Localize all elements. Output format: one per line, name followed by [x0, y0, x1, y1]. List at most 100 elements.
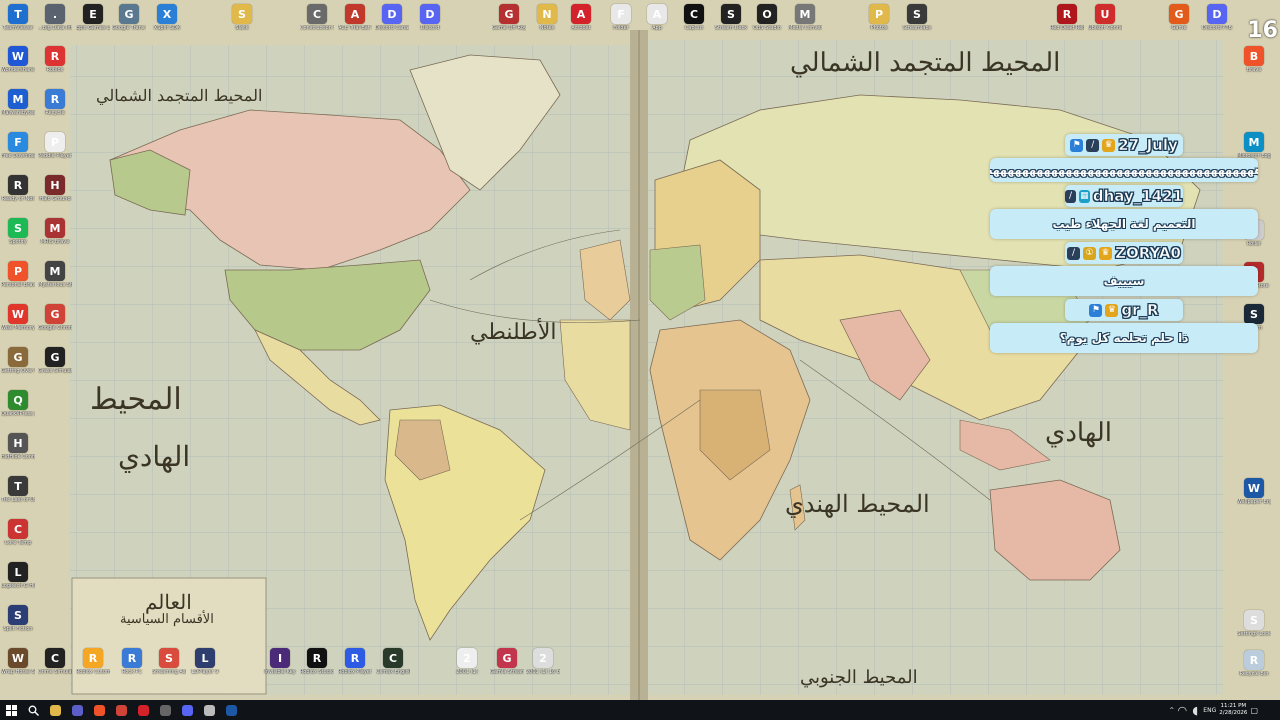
desktop-shortcut-top_row_right-8[interactable]: UUbisoft Connect: [1088, 4, 1122, 31]
desktop-shortcut-bottom_row-11[interactable]: 2 2001 (1) 16 bit: [526, 648, 560, 675]
desktop-shortcut-second_column-7[interactable]: GGrass Simulator: [38, 347, 72, 374]
desktop-shortcut-top_row_left-4[interactable]: X XSplit SDK: [150, 4, 184, 31]
desktop-shortcut-left_column-7[interactable]: GGetting Over It with Ben: [1, 347, 35, 374]
desktop-shortcut-label: Slack: [235, 25, 249, 31]
desktop-shortcut-top_row_left-2[interactable]: EEpic Games Launcher: [76, 4, 110, 31]
desktop-shortcut-top_row_right-10[interactable]: D Discord PTB: [1200, 4, 1234, 31]
start-button[interactable]: [0, 700, 22, 720]
desktop-shortcut-label: 2001 (1) 16 bit: [526, 669, 560, 675]
desktop-shortcut-left_column-11[interactable]: C Core Temp: [1, 519, 35, 546]
desktop-shortcut-top_row_left-3[interactable]: GGoogle Trans Wreck: [112, 4, 146, 31]
desktop-shortcut-top_row_left-12[interactable]: A Acrobat: [564, 4, 598, 31]
desktop-shortcut-top_row_left-8[interactable]: DDiscord Canary: [375, 4, 409, 31]
map-legend-subtitle: الأقسام السياسية: [120, 612, 214, 627]
acrobat-icon[interactable]: [132, 700, 154, 720]
search-icon[interactable]: [22, 700, 44, 720]
desktop-shortcut-top_row_left-7[interactable]: AACE Trial Bat Tool: [338, 4, 372, 31]
desktop-shortcut-left_column-4[interactable]: S Spotify: [1, 218, 35, 245]
desktop-shortcut-bottom_row-7[interactable]: R Roblox Player: [338, 648, 372, 675]
system-tray: ^ ◠ ◖ ENG 11:21 PM 2/28/2026 ▢: [1169, 700, 1280, 720]
grid-badge-icon: ▦: [1078, 189, 1090, 203]
app-icon: L: [195, 648, 215, 668]
chrome-icon[interactable]: [110, 700, 132, 720]
desktop-shortcut-left_column-12[interactable]: LLogitech G HUB: [1, 562, 35, 589]
clock[interactable]: 11:21 PM 2/28/2026: [1219, 703, 1247, 717]
desktop-shortcut-top_row_left-6[interactable]: CConstruction Simulator: [300, 4, 334, 31]
desktop-shortcut-left_column-3[interactable]: R Ready or Not: [1, 175, 35, 202]
chat-username: gr_R: [1121, 301, 1159, 320]
desktop-shortcut-left_column-13[interactable]: S Split Fiction: [1, 605, 35, 632]
desktop-shortcut-left_column-14[interactable]: WWrap Horse Simulator: [1, 648, 35, 675]
desktop-shortcut-top_row_right-0[interactable]: A App: [640, 4, 674, 31]
desktop-shortcut-top_row_right-4[interactable]: MMedia Converter: [788, 4, 822, 31]
desktop-shortcut-second_column-5[interactable]: MMysterious Stone: [38, 261, 72, 288]
desktop-shortcut-left_column-2[interactable]: FFree Download Manager: [1, 132, 35, 159]
desktop-shortcut-bottom_row-5[interactable]: I Invisible Key: [263, 648, 297, 675]
desktop-shortcut-top_row_left-13[interactable]: F Folder: [604, 4, 638, 31]
desktop-shortcut-left_column-0[interactable]: WWondershare PDFelement: [1, 46, 35, 73]
desktop-shortcut-top_row_right-9[interactable]: G Game: [1162, 4, 1196, 31]
game-icon: R: [8, 175, 28, 195]
app-icon: G: [119, 4, 139, 24]
brave-icon[interactable]: [88, 700, 110, 720]
desktop-shortcut-second_column-6[interactable]: GGoogle Chrome: [38, 304, 72, 331]
desktop-shortcut-left_column-10[interactable]: TThe Last of Us Part I: [1, 476, 35, 503]
folder-icon: F: [611, 4, 631, 24]
desktop-shortcut-top_row_left-10[interactable]: GGame Off Roy People: [492, 4, 526, 31]
desktop-shortcut-bottom_row-8[interactable]: C Climax English: [376, 648, 410, 675]
desktop-shortcut-bottom_row-9[interactable]: 2 2001 (1): [450, 648, 484, 675]
desktop-shortcut-left_column-8[interactable]: QQuarkXPress Zone: [1, 390, 35, 417]
desktop-shortcut-second_column-0[interactable]: R Roblox: [38, 46, 72, 73]
desktop-shortcut-top_row_right-2[interactable]: S Stream Deck: [714, 4, 748, 31]
desktop-shortcut-label: Mysterious Stone: [38, 282, 72, 288]
discord-icon[interactable]: [176, 700, 198, 720]
desktop-shortcut-bottom_row-0[interactable]: CCrime Simulator: [38, 648, 72, 675]
recycle-bin-icon: R: [1244, 650, 1264, 670]
chevron-up-icon[interactable]: ^: [1169, 707, 1174, 714]
desktop-shortcut-right_column-5[interactable]: WWallpaper Engine: [1237, 478, 1271, 505]
desktop-shortcut-left_column-5[interactable]: P Personal Brave: [1, 261, 35, 288]
desktop-shortcut-bottom_row-4[interactable]: L LDPlayer 9: [188, 648, 222, 675]
desktop-shortcut-top_row_right-7[interactable]: RRed Dead Redemption 2: [1050, 4, 1084, 31]
volume-icon[interactable]: ◖: [1190, 700, 1200, 720]
desktop-shortcut-second_column-2[interactable]: P Paddle Player: [38, 132, 72, 159]
teams-icon[interactable]: [66, 700, 88, 720]
desktop-shortcut-top_row_right-5[interactable]: P Photos: [862, 4, 896, 31]
desktop-shortcut-bottom_row-6[interactable]: R Roblox Studio: [300, 648, 334, 675]
desktop-shortcut-left_column-6[interactable]: W Wise Memory: [1, 304, 35, 331]
app-icon: A: [647, 4, 667, 24]
network-icon[interactable]: ◠: [1177, 700, 1187, 720]
desktop-shortcut-top_row_left-5[interactable]: S Slack: [225, 4, 259, 31]
language-indicator[interactable]: ENG: [1203, 707, 1216, 714]
desktop-shortcut-top_row_left-0[interactable]: T TeamViewer: [1, 4, 35, 31]
obs-icon[interactable]: [154, 700, 176, 720]
desktop-shortcut-label: ...Big Data Infect Down: [38, 25, 72, 31]
desktop-shortcut-second_column-1[interactable]: R Recycle: [38, 89, 72, 116]
desktop-shortcut-right_column-7[interactable]: R Recycle Bin: [1237, 650, 1271, 677]
wallpaper-engine-icon[interactable]: [220, 700, 242, 720]
desktop-shortcut-label: ACE Trial Bat Tool: [338, 25, 372, 31]
roblox-icon: R: [45, 46, 65, 66]
desktop-shortcut-top_row_right-3[interactable]: O OBS Studio: [750, 4, 784, 31]
desktop-shortcut-bottom_row-1[interactable]: RRoblox Cutomizer: [76, 648, 110, 675]
coin-badge-icon: ①: [1083, 246, 1097, 260]
game-icon: S: [8, 605, 28, 625]
desktop-shortcut-bottom_row-2[interactable]: R Rock PC: [115, 648, 149, 675]
settings-icon[interactable]: [198, 700, 220, 720]
desktop-shortcut-bottom_row-3[interactable]: SStreaming Assistant: [152, 648, 186, 675]
desktop-shortcut-second_column-4[interactable]: M MRIS Brave: [38, 218, 72, 245]
desktop-shortcut-top_row_right-6[interactable]: S Streamlabs: [900, 4, 934, 31]
desktop-shortcut-top_row_left-11[interactable]: N Notes: [530, 4, 564, 31]
desktop-shortcut-top_row_left-1[interactable]: ....Big Data Infect Down: [38, 4, 72, 31]
notification-icon[interactable]: ▢: [1250, 706, 1258, 715]
desktop-shortcut-label: Spotify: [9, 239, 27, 245]
desktop-shortcut-top_row_right-1[interactable]: C CapCut: [677, 4, 711, 31]
desktop-shortcut-bottom_row-10[interactable]: G Gamla Stream: [490, 648, 524, 675]
desktop-shortcut-right_column-6[interactable]: S Settings Lock: [1237, 610, 1271, 637]
desktop-shortcut-second_column-3[interactable]: H Halo Ground: [38, 175, 72, 202]
file-explorer-icon[interactable]: [44, 700, 66, 720]
desktop-shortcut-left_column-1[interactable]: M Malwarebytes: [1, 89, 35, 116]
desktop-shortcut-left_column-9[interactable]: HHidHide Configuration: [1, 433, 35, 460]
desktop-shortcut-top_row_left-9[interactable]: D Discord: [413, 4, 447, 31]
desktop-shortcut-right_column-0[interactable]: B Brave: [1237, 46, 1271, 73]
